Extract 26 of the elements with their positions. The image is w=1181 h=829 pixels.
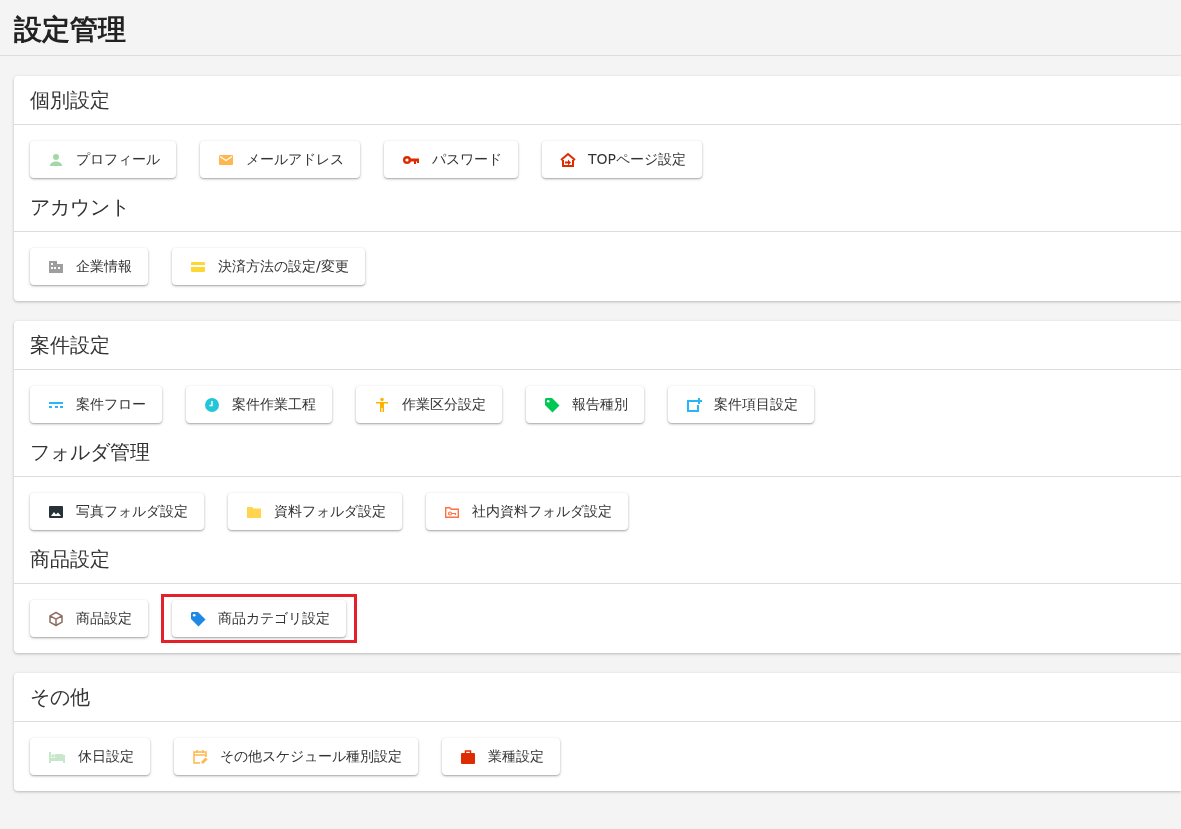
setting-button[interactable]: 案件項目設定 — [668, 386, 814, 423]
setting-button[interactable]: 商品カテゴリ設定 — [172, 600, 346, 637]
setting-button[interactable]: 業種設定 — [442, 738, 560, 775]
setting-button[interactable]: 決済方法の設定/変更 — [172, 248, 365, 285]
section-heading: 個別設定 — [14, 76, 1181, 125]
setting-button[interactable]: 案件作業工程 — [186, 386, 332, 423]
setting-button[interactable]: 報告種別 — [526, 386, 644, 423]
setting-button[interactable]: その他スケジュール種別設定 — [174, 738, 418, 775]
setting-button[interactable]: 作業区分設定 — [356, 386, 502, 423]
setting-button[interactable]: プロフィール — [30, 141, 176, 178]
setting-button[interactable]: 休日設定 — [30, 738, 150, 775]
setting-button[interactable]: 写真フォルダ設定 — [30, 493, 204, 530]
setting-button[interactable]: 社内資料フォルダ設定 — [426, 493, 628, 530]
section-heading: 商品設定 — [14, 545, 1181, 584]
setting-button[interactable]: 資料フォルダ設定 — [228, 493, 402, 530]
setting-button[interactable]: パスワード — [384, 141, 518, 178]
section-heading: アカウント — [14, 193, 1181, 232]
page-title: 設定管理 — [0, 0, 1181, 56]
section-heading: 案件設定 — [14, 321, 1181, 370]
setting-button[interactable]: メールアドレス — [200, 141, 360, 178]
section-heading: その他 — [14, 673, 1181, 722]
setting-button[interactable]: 商品設定 — [30, 600, 148, 637]
setting-button[interactable]: TOPページ設定 — [542, 141, 702, 178]
setting-button[interactable]: 案件フロー — [30, 386, 162, 423]
setting-button[interactable]: 企業情報 — [30, 248, 148, 285]
section-heading: フォルダ管理 — [14, 438, 1181, 477]
